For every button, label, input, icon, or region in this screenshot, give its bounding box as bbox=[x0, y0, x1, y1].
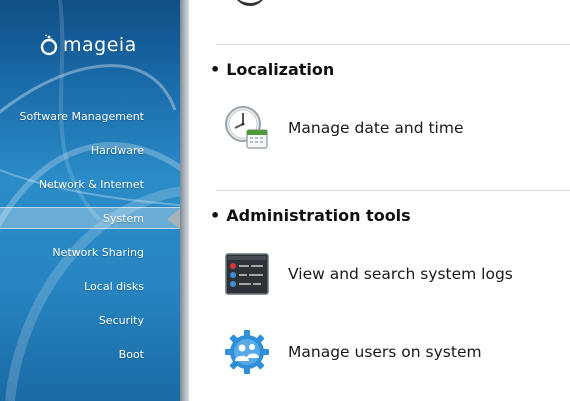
sidebar-item-label: Network Sharing bbox=[52, 245, 144, 259]
sidebar-item-network-sharing[interactable]: Network Sharing bbox=[0, 235, 180, 269]
sidebar-item-label: Local disks bbox=[84, 279, 144, 293]
partial-icon-above bbox=[233, 0, 267, 6]
sidebar-item-hardware[interactable]: Hardware bbox=[0, 133, 180, 167]
sidebar-item-label: Software Management bbox=[19, 109, 144, 123]
entry-label: View and search system logs bbox=[288, 265, 513, 283]
sidebar-item-label: System bbox=[102, 211, 144, 225]
sidebar-item-software-management[interactable]: Software Management bbox=[0, 99, 180, 133]
section-separator bbox=[216, 190, 570, 191]
bullet: • bbox=[210, 205, 221, 225]
mageia-logo: mageia bbox=[38, 34, 137, 56]
sidebar-item-security[interactable]: Security bbox=[0, 303, 180, 337]
sidebar-item-label: Security bbox=[98, 313, 144, 327]
sidebar-item-system[interactable]: System bbox=[0, 207, 180, 231]
system-logs-icon bbox=[223, 250, 271, 298]
entry-label: Manage date and time bbox=[288, 119, 464, 137]
sidebar-divider bbox=[180, 0, 189, 401]
sidebar-item-boot[interactable]: Boot bbox=[0, 337, 180, 371]
sidebar-item-label: Boot bbox=[118, 347, 144, 361]
bullet: • bbox=[210, 59, 221, 79]
sidebar: mageia Software Management Hardware Netw… bbox=[0, 0, 180, 401]
sidebar-item-local-disks[interactable]: Local disks bbox=[0, 269, 180, 303]
section-title: Localization bbox=[226, 60, 335, 79]
entry-manage-date-time[interactable]: Manage date and time bbox=[223, 104, 463, 152]
sidebar-item-network-internet[interactable]: Network & Internet bbox=[0, 167, 180, 201]
logo-text: mageia bbox=[63, 34, 137, 56]
clock-calendar-icon bbox=[223, 104, 271, 152]
mageia-logo-icon bbox=[40, 34, 58, 56]
main-content: • Localization Manage date and time • Ad… bbox=[189, 0, 570, 401]
sidebar-nav: Software Management Hardware Network & I… bbox=[0, 99, 180, 371]
section-heading-administration-tools: • Administration tools bbox=[210, 206, 411, 225]
users-gear-icon bbox=[223, 328, 271, 376]
selected-indicator-arrow bbox=[167, 207, 180, 231]
sidebar-item-label: Hardware bbox=[90, 143, 144, 157]
section-separator bbox=[216, 44, 570, 45]
entry-view-system-logs[interactable]: View and search system logs bbox=[223, 250, 513, 298]
entry-label: Manage users on system bbox=[288, 343, 482, 361]
entry-manage-users[interactable]: Manage users on system bbox=[223, 328, 482, 376]
sidebar-item-label: Network & Internet bbox=[38, 177, 144, 191]
section-title: Administration tools bbox=[226, 206, 411, 225]
section-heading-localization: • Localization bbox=[210, 60, 334, 79]
